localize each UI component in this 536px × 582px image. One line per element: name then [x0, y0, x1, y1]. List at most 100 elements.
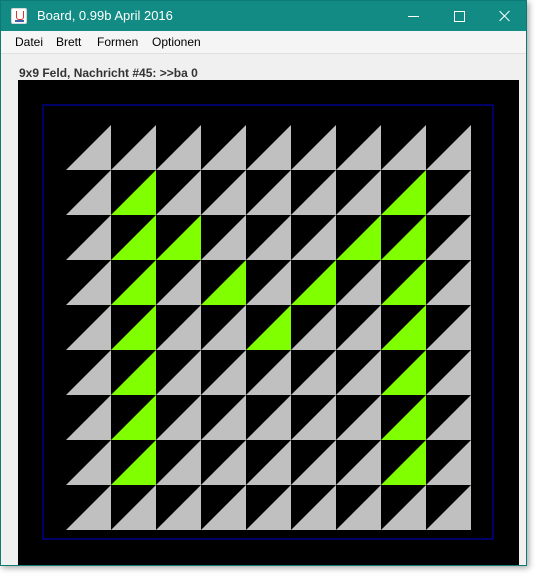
board-cell-on[interactable]: [336, 215, 381, 260]
board-cell-on[interactable]: [111, 395, 156, 440]
board-cell-off[interactable]: [201, 125, 246, 170]
board-cell-off[interactable]: [201, 440, 246, 485]
board-cell-off[interactable]: [111, 485, 156, 530]
board-cell-off[interactable]: [156, 305, 201, 350]
board-cell-off[interactable]: [426, 305, 471, 350]
board-cell-off[interactable]: [291, 125, 336, 170]
board-cell-off[interactable]: [291, 305, 336, 350]
board-cell-off[interactable]: [246, 260, 291, 305]
board-cell-off[interactable]: [291, 170, 336, 215]
status-message: 9x9 Feld, Nachricht #45: >>ba 0: [19, 66, 198, 80]
board-cell-on[interactable]: [111, 260, 156, 305]
board-canvas[interactable]: [18, 80, 519, 565]
board-cell-off[interactable]: [291, 350, 336, 395]
board-cell-off[interactable]: [201, 395, 246, 440]
board-cell-off[interactable]: [426, 440, 471, 485]
board-cell-off[interactable]: [381, 485, 426, 530]
board-cell-off[interactable]: [336, 395, 381, 440]
board-cell-off[interactable]: [246, 485, 291, 530]
board-cell-off[interactable]: [201, 170, 246, 215]
board-cell-off[interactable]: [156, 395, 201, 440]
board-cell-off[interactable]: [336, 260, 381, 305]
board-cell-off[interactable]: [291, 440, 336, 485]
board-cell-off[interactable]: [201, 215, 246, 260]
desktop: Board, 0.99b April 2016 Datei Brett Form…: [0, 0, 536, 582]
maximize-icon: [453, 10, 465, 22]
board-cell-on[interactable]: [111, 215, 156, 260]
board-cell-off[interactable]: [426, 125, 471, 170]
board-cell-on[interactable]: [111, 440, 156, 485]
board-cell-on[interactable]: [156, 215, 201, 260]
board-cell-off[interactable]: [246, 440, 291, 485]
board-cell-on[interactable]: [291, 260, 336, 305]
board-cell-off[interactable]: [201, 305, 246, 350]
board-cell-on[interactable]: [111, 305, 156, 350]
board-cell-off[interactable]: [246, 170, 291, 215]
board-cell-off[interactable]: [291, 215, 336, 260]
menu-optionen[interactable]: Optionen: [152, 35, 201, 49]
menu-brett[interactable]: Brett: [56, 35, 81, 49]
board-cell-off[interactable]: [66, 125, 111, 170]
board-cell-off[interactable]: [66, 260, 111, 305]
board-cell-off[interactable]: [66, 170, 111, 215]
minimize-icon: [407, 15, 419, 17]
menu-bar: Datei Brett Formen Optionen: [1, 31, 526, 54]
maximize-button[interactable]: [436, 1, 482, 31]
board-cell-off[interactable]: [246, 350, 291, 395]
board-cell-off[interactable]: [426, 215, 471, 260]
board-cell-off[interactable]: [201, 350, 246, 395]
board-cell-off[interactable]: [156, 260, 201, 305]
board-cell-off[interactable]: [336, 170, 381, 215]
board-cell-on[interactable]: [381, 440, 426, 485]
board-cell-off[interactable]: [246, 395, 291, 440]
minimize-button[interactable]: [390, 1, 436, 31]
close-button[interactable]: [482, 1, 528, 31]
board-cell-on[interactable]: [381, 170, 426, 215]
board-cell-off[interactable]: [201, 485, 246, 530]
window-title: Board, 0.99b April 2016: [37, 8, 173, 23]
board-cell-off[interactable]: [156, 125, 201, 170]
board-cell-off[interactable]: [66, 395, 111, 440]
board-cell-off[interactable]: [66, 215, 111, 260]
board-cell-off[interactable]: [336, 350, 381, 395]
board-cell-on[interactable]: [201, 260, 246, 305]
background-window-fragment: [136, 566, 536, 582]
board-cell-off[interactable]: [156, 440, 201, 485]
board-cell-off[interactable]: [426, 485, 471, 530]
board-cell-off[interactable]: [156, 485, 201, 530]
board-cell-off[interactable]: [381, 125, 426, 170]
board-cell-off[interactable]: [246, 215, 291, 260]
board-cell-off[interactable]: [111, 125, 156, 170]
board-cell-off[interactable]: [426, 260, 471, 305]
board-cell-off[interactable]: [291, 395, 336, 440]
board-cell-on[interactable]: [111, 170, 156, 215]
menu-formen[interactable]: Formen: [97, 35, 138, 49]
board-cell-off[interactable]: [291, 485, 336, 530]
board-cell-on[interactable]: [381, 260, 426, 305]
board-cell-off[interactable]: [66, 440, 111, 485]
board-cell-off[interactable]: [336, 305, 381, 350]
board-cell-off[interactable]: [336, 125, 381, 170]
board-grid[interactable]: [18, 80, 519, 565]
board-cell-off[interactable]: [66, 350, 111, 395]
board-cell-on[interactable]: [246, 305, 291, 350]
board-cell-on[interactable]: [381, 215, 426, 260]
board-cell-on[interactable]: [381, 305, 426, 350]
board-cell-on[interactable]: [381, 395, 426, 440]
board-cell-off[interactable]: [66, 485, 111, 530]
board-cell-off[interactable]: [156, 170, 201, 215]
board-cell-off[interactable]: [66, 305, 111, 350]
board-cell-off[interactable]: [246, 125, 291, 170]
board-cell-off[interactable]: [426, 395, 471, 440]
board-cell-off[interactable]: [156, 350, 201, 395]
board-cell-off[interactable]: [336, 440, 381, 485]
board-cell-on[interactable]: [381, 350, 426, 395]
board-cell-off[interactable]: [336, 485, 381, 530]
menu-datei[interactable]: Datei: [15, 35, 43, 49]
board-cell-off[interactable]: [426, 170, 471, 215]
title-bar[interactable]: Board, 0.99b April 2016: [1, 1, 526, 31]
board-cell-off[interactable]: [426, 350, 471, 395]
close-icon: [499, 10, 511, 22]
board-cell-on[interactable]: [111, 350, 156, 395]
background-window-fragment: [527, 0, 536, 582]
